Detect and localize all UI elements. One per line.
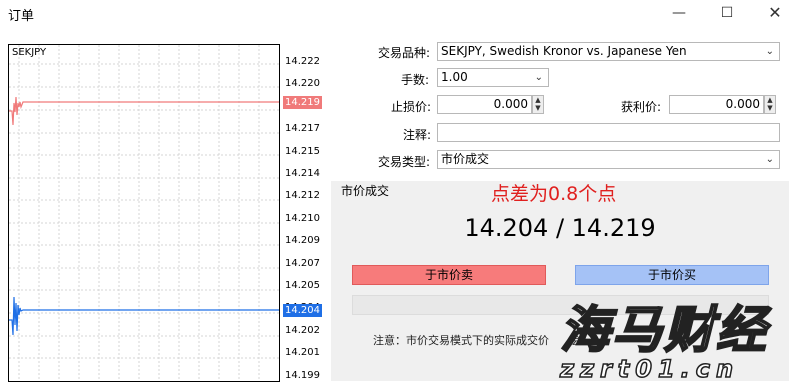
volume-value: 1.00 (441, 70, 468, 84)
stop-loss-stepper[interactable]: ▲ ▼ (532, 95, 544, 114)
close-icon[interactable]: ✕ (755, 2, 795, 24)
arrow-down-icon[interactable]: ▼ (765, 104, 775, 112)
arrow-down-icon[interactable]: ▼ (533, 104, 543, 112)
panel-title: 市价成交 (341, 184, 390, 198)
price-axis: 14.222 14.220 14.219 14.217 14.215 14.214 14.2… (279, 44, 320, 382)
symbol-select[interactable]: SEKJPY, Swedish Kronor vs. Japanese Yen … (437, 42, 780, 61)
take-profit-value: 0.000 (725, 97, 760, 111)
symbol-label: 交易品种: (378, 46, 431, 60)
take-profit-label: 获利价: (621, 100, 662, 114)
bid-ask-quote: 14.204 / 14.219 (464, 214, 656, 242)
chevron-down-icon: ⌄ (765, 154, 774, 165)
price-tick-label: 14.212 (285, 190, 320, 202)
arrow-up-icon[interactable]: ▲ (765, 96, 775, 104)
price-tick-label: 14.220 (285, 78, 320, 90)
minimize-icon[interactable]: — (659, 2, 699, 24)
footer-note-text: 注意：市价交易模式下的实际成交价 (373, 334, 549, 347)
chart-symbol: SEKJPY (12, 47, 47, 58)
watermark-logo: 海马财经 (559, 300, 768, 360)
comment-label: 注释: (403, 128, 432, 142)
chevron-down-icon: ⌄ (534, 72, 543, 83)
stop-loss-label: 止损价: (391, 100, 432, 114)
maximize-icon[interactable]: ☐ (707, 2, 747, 24)
watermark-url: zzrt01.cn (559, 354, 740, 384)
price-tick-label: 14.210 (285, 212, 320, 224)
price-tick-label: 14.215 (285, 145, 320, 157)
sell-by-market-button[interactable]: 于市价卖 (352, 265, 546, 285)
order-type-label: 交易类型: (378, 155, 431, 169)
symbol-value: SEKJPY, Swedish Kronor vs. Japanese Yen (441, 44, 687, 58)
volume-select[interactable]: 1.00 ⌄ (437, 68, 549, 87)
price-tick-label: 14.202 (285, 324, 320, 336)
take-profit-input[interactable]: 0.000 (669, 95, 764, 114)
arrow-up-icon[interactable]: ▲ (533, 96, 543, 104)
price-tick-label: 14.205 (285, 280, 320, 291)
title-bar: 订单 — ☐ ✕ (0, 0, 800, 26)
ask-price-tag: 14.219 (283, 96, 322, 109)
bid-price-tag: 14.204 (283, 304, 322, 317)
price-tick-label: 14.217 (285, 123, 320, 135)
volume-label: 手数: (401, 73, 430, 87)
tick-chart: SEKJPY (8, 44, 280, 382)
spread-annotation: 点差为0.8个点 (491, 183, 617, 205)
comment-input[interactable] (437, 123, 780, 142)
price-tick-label: 14.201 (285, 347, 320, 359)
price-tick-label: 14.199 (285, 369, 320, 381)
price-tick-label: 14.207 (285, 257, 320, 269)
order-type-select[interactable]: 市价成交 ⌄ (437, 150, 780, 169)
stop-loss-value: 0.000 (493, 97, 528, 111)
take-profit-stepper[interactable]: ▲ ▼ (764, 95, 776, 114)
chevron-down-icon: ⌄ (765, 46, 774, 57)
buy-by-market-button[interactable]: 于市价买 (575, 265, 769, 285)
price-tick-label: 14.222 (285, 56, 320, 67)
order-type-value: 市价成交 (441, 152, 490, 166)
price-tick-label: 14.214 (285, 168, 320, 179)
window-title: 订单 (8, 9, 35, 24)
tick-chart-svg (9, 45, 279, 381)
stop-loss-input[interactable]: 0.000 (437, 95, 532, 114)
price-tick-label: 14.209 (285, 235, 320, 247)
